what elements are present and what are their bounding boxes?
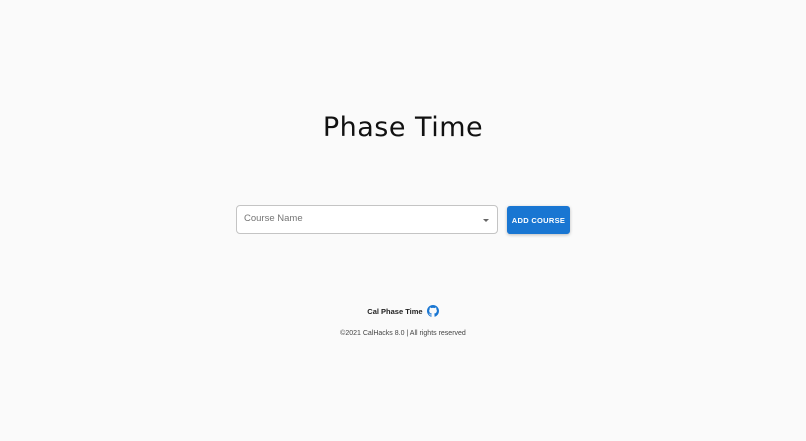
footer-brand-label: Cal Phase Time xyxy=(367,307,423,316)
course-name-placeholder: Course Name xyxy=(244,213,303,224)
add-course-button[interactable]: ADD COURSE xyxy=(507,206,570,234)
github-icon[interactable] xyxy=(426,305,439,317)
page-title: Phase Time xyxy=(322,112,484,143)
footer-brand: Cal Phase Time xyxy=(0,305,806,317)
course-name-select[interactable]: Course Name xyxy=(236,205,498,234)
page: Phase Time Course Name ADD COURSE Cal Ph… xyxy=(0,0,806,441)
footer-copyright: ©2021 CalHacks 8.0 | All rights reserved xyxy=(340,330,466,337)
chevron-down-icon[interactable] xyxy=(483,219,489,222)
